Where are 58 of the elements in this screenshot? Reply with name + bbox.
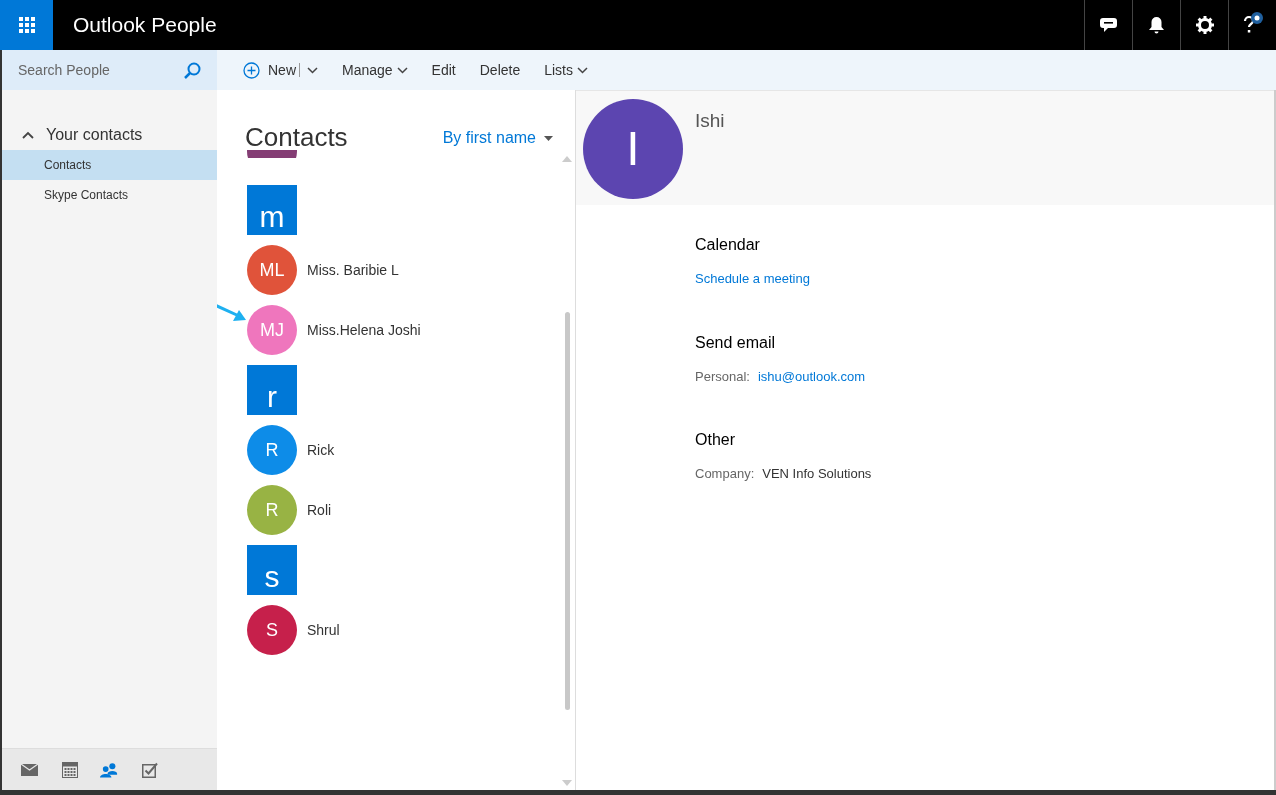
search-box[interactable]: Search People <box>2 50 217 90</box>
search-icon <box>184 61 201 79</box>
chevron-down-icon <box>307 66 318 74</box>
contact-item[interactable]: R Roli <box>247 480 561 540</box>
speech-bubble-icon <box>1100 17 1117 33</box>
section-title: Calendar <box>695 235 761 255</box>
chevron-down-icon <box>577 66 588 74</box>
contact-avatar: I <box>583 99 683 199</box>
waffle-icon <box>18 17 35 33</box>
app-launcher-button[interactable] <box>0 0 53 50</box>
email-link[interactable]: ishu@outlook.com <box>757 366 866 386</box>
contact-avatar: MJ <box>247 305 297 355</box>
people-icon <box>100 761 119 778</box>
nav-item[interactable]: Contacts <box>2 150 217 180</box>
search-input[interactable]: Search People <box>18 59 184 81</box>
contact-item[interactable]: MJ Miss.Helena Joshi <box>247 300 561 360</box>
contact-item[interactable]: S Shrul <box>247 600 561 660</box>
sort-dropdown[interactable]: By first name <box>442 126 553 150</box>
contact-name: Miss. Baribie L <box>307 260 399 280</box>
contact-avatar: S <box>247 605 297 655</box>
field-label: Personal: <box>695 367 750 386</box>
calendar-nav-button[interactable] <box>60 759 79 780</box>
field-label: Company: <box>695 465 755 483</box>
letter-header: s <box>247 545 297 595</box>
letter-header: m <box>247 185 297 235</box>
contact-item[interactable]: R Rick <box>247 420 561 480</box>
toolbar-button[interactable]: Delete <box>479 59 521 81</box>
contact-avatar: R <box>247 485 297 535</box>
your-contacts-toggle[interactable]: Your contacts <box>2 125 143 145</box>
chevron-down-icon <box>396 66 408 74</box>
contact-name: Rick <box>307 440 335 460</box>
section-title: Send email <box>695 332 777 353</box>
toolbar-button[interactable]: Edit <box>431 59 456 81</box>
contact-name: Miss.Helena Joshi <box>307 320 421 340</box>
mail-icon <box>21 763 38 776</box>
schedule-link[interactable]: Schedule a meeting <box>695 269 1274 289</box>
contact-avatar: R <box>247 425 297 475</box>
letter-header: r <box>247 365 297 415</box>
contact-avatar: ML <box>247 245 297 295</box>
list-title: Contacts <box>245 124 348 150</box>
task-check-icon <box>141 761 158 778</box>
contact-name: Ishi <box>695 109 725 133</box>
field-value: VEN Info Solutions <box>762 465 872 483</box>
settings-icon <box>1195 16 1214 34</box>
contact-name: Roli <box>307 500 332 520</box>
caret-icon <box>544 135 553 141</box>
calendar-icon <box>61 761 78 778</box>
menu-button[interactable]: Lists <box>544 59 588 81</box>
chevron-up-icon <box>22 131 34 139</box>
contact-name: Shrul <box>307 620 340 640</box>
menu-button[interactable]: Manage <box>342 59 408 81</box>
nav-item[interactable]: Skype Contacts <box>2 180 217 210</box>
contact-item[interactable]: ML Miss. Baribie L <box>247 240 561 300</box>
bell-icon <box>1149 16 1164 34</box>
app-title: Outlook People <box>73 12 217 39</box>
section-title: Other <box>695 430 736 450</box>
plus-circle-icon <box>243 61 260 79</box>
new-button[interactable]: New <box>243 59 318 81</box>
